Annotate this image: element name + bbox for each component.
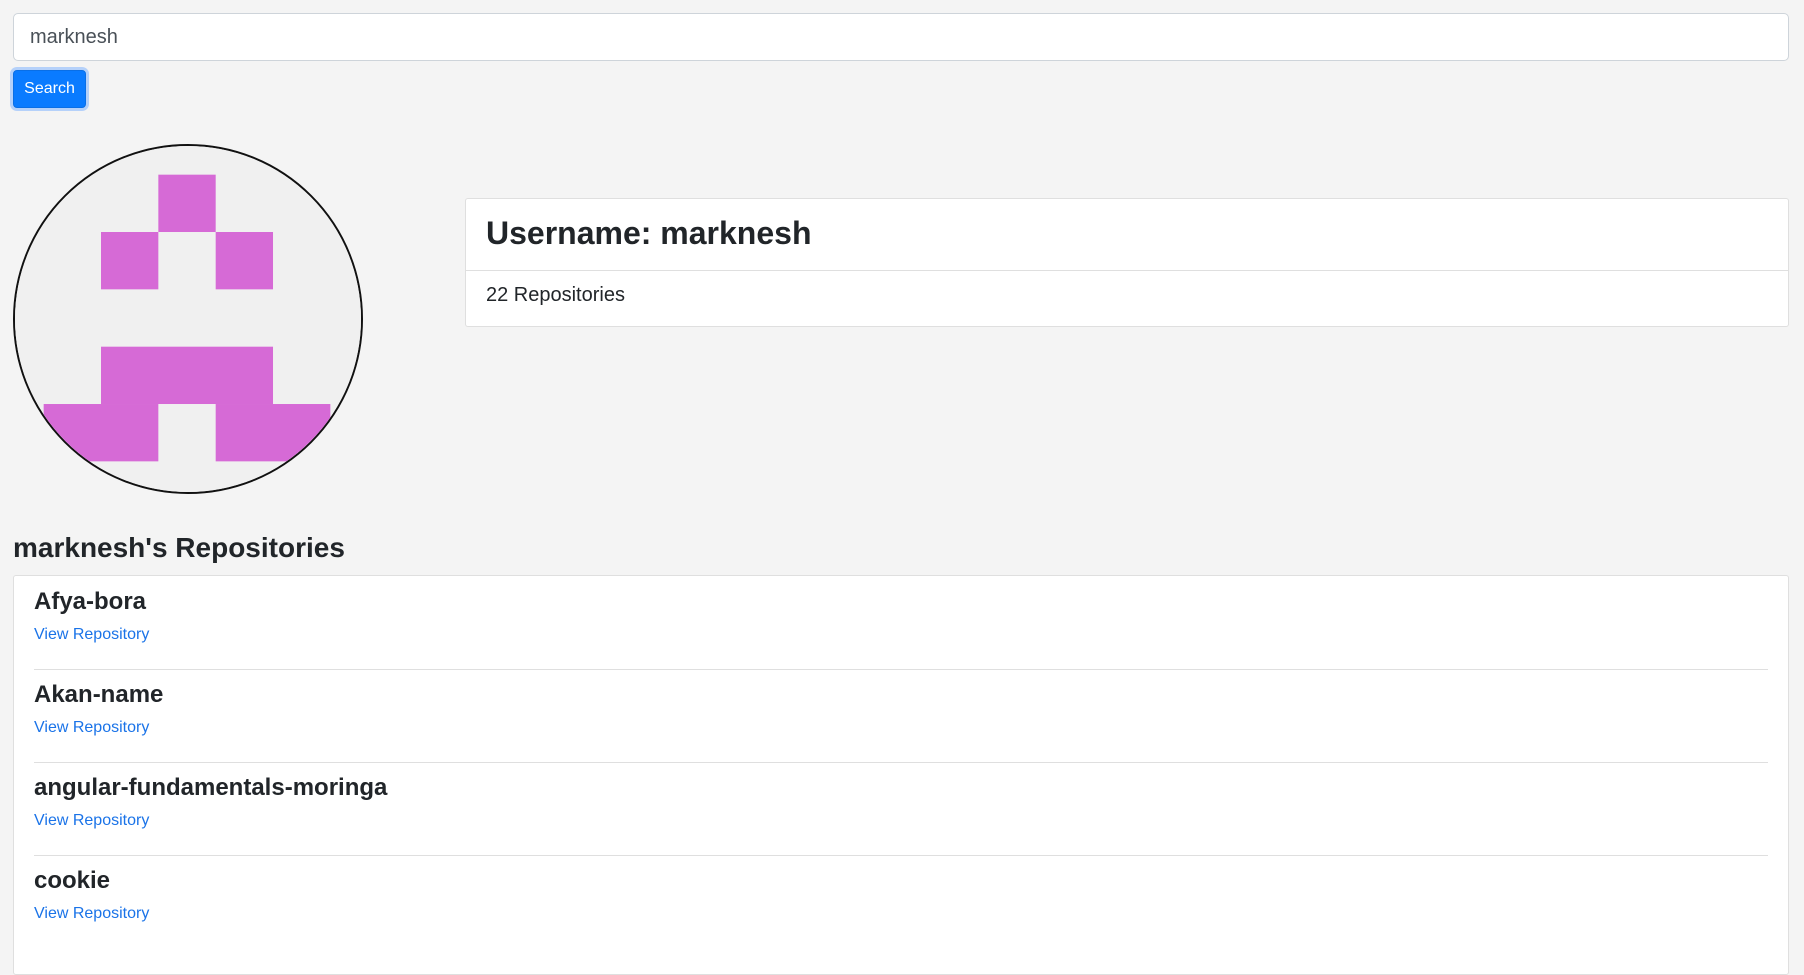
view-repository-link[interactable]: View Repository: [34, 811, 149, 831]
profile-divider: [466, 270, 1788, 271]
search-input[interactable]: [13, 13, 1789, 61]
repo-name: cookie: [34, 867, 111, 894]
view-repository-link[interactable]: View Repository: [34, 625, 149, 645]
view-repository-link[interactable]: View Repository: [34, 718, 149, 738]
repo-name: Akan-name: [34, 681, 164, 708]
identicon-avatar-icon: [15, 146, 361, 492]
repo-count: 22 Repositories: [486, 284, 625, 306]
repo-list: Afya-bora View Repository Akan-name View…: [13, 575, 1789, 975]
repo-item: cookie View Repository: [34, 855, 1768, 948]
view-repository-link[interactable]: View Repository: [34, 904, 149, 924]
avatar: [13, 144, 363, 494]
repositories-heading: marknesh's Repositories: [13, 532, 345, 563]
repo-name: angular-fundamentals-moringa: [34, 774, 388, 801]
repo-name: Afya-bora: [34, 588, 147, 615]
repo-item: angular-fundamentals-moringa View Reposi…: [34, 762, 1768, 856]
search-button[interactable]: Search: [13, 70, 86, 108]
repo-item: Afya-bora View Repository: [34, 576, 1768, 670]
repo-item: Akan-name View Repository: [34, 669, 1768, 763]
profile-username: Username: marknesh: [486, 215, 812, 251]
profile-card: Username: marknesh 22 Repositories: [465, 198, 1789, 327]
